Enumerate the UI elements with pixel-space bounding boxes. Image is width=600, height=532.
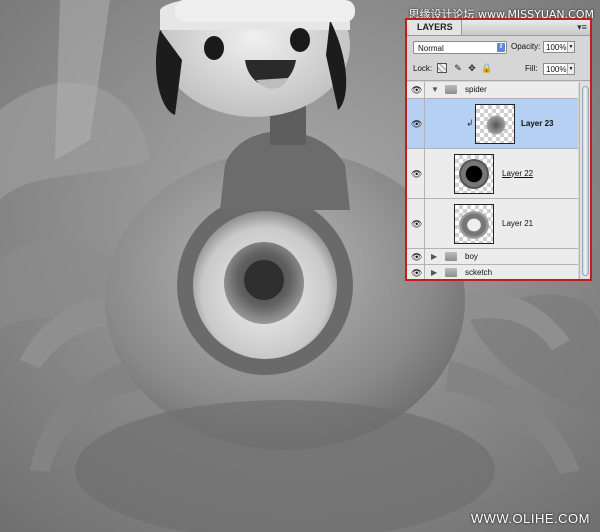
- folder-icon: [445, 85, 457, 94]
- fill-label: Fill:: [525, 64, 538, 73]
- layers-panel: LAYERS ▾≡ Normal ⇕ Opacity: 100% ▼ Lock:…: [405, 18, 592, 281]
- visibility-toggle[interactable]: 👁: [407, 265, 425, 279]
- layer-name: Layer 23: [521, 118, 554, 128]
- fill-field[interactable]: 100% ▼: [543, 63, 575, 75]
- lock-icon[interactable]: 🔒: [481, 63, 492, 73]
- folder-icon: [445, 268, 457, 277]
- lock-transparent-pixels-icon[interactable]: [437, 63, 447, 73]
- chevron-down-icon: ▼: [567, 42, 574, 52]
- thumbnail-art: [459, 159, 489, 189]
- scrollbar-thumb[interactable]: [582, 86, 589, 276]
- visibility-toggle[interactable]: 👁: [407, 149, 425, 198]
- panel-menu-icon[interactable]: ▾≡: [577, 22, 587, 32]
- visibility-toggle[interactable]: 👁: [407, 82, 425, 98]
- lock-fill-row: Lock: ✎ ✥ 🔒 Fill: 100% ▼: [411, 62, 589, 78]
- thumbnail-art: [486, 115, 506, 135]
- layer-row-layer-23[interactable]: 👁 ↲ Layer 23: [407, 99, 578, 149]
- layers-scrollbar[interactable]: [579, 82, 590, 279]
- layer-row-group-boy[interactable]: 👁 ▶ boy: [407, 249, 578, 265]
- layer-name: spider: [465, 85, 487, 94]
- eye-icon: 👁: [411, 218, 423, 229]
- brush-icon[interactable]: ✎: [453, 63, 463, 73]
- blend-mode-value: Normal: [418, 44, 444, 53]
- move-icon[interactable]: ✥: [467, 63, 477, 73]
- watermark-bottom: WWW.OLIHE.COM: [470, 511, 590, 526]
- expand-triangle-icon[interactable]: ▶: [431, 268, 437, 278]
- panel-titlebar: LAYERS ▾≡: [407, 20, 590, 36]
- eye-icon: 👁: [411, 251, 423, 262]
- layer-name: Layer 22: [502, 168, 534, 178]
- layer-thumbnail: [475, 104, 515, 144]
- layer-thumbnail: [454, 204, 494, 244]
- eye-icon: 👁: [411, 85, 423, 95]
- opacity-field[interactable]: 100% ▼: [543, 41, 575, 53]
- visibility-toggle[interactable]: 👁: [407, 199, 425, 248]
- chevron-updown-icon: ⇕: [497, 43, 505, 52]
- layers-list: 👁 ▼ spider 👁 ↲ Layer 23 👁 Layer 22 👁 Lay…: [407, 82, 578, 279]
- layer-name: boy: [465, 251, 478, 261]
- layer-row-layer-22[interactable]: 👁 Layer 22: [407, 149, 578, 199]
- layer-name: scketch: [465, 268, 493, 277]
- layer-row-group-scketch[interactable]: 👁 ▶ scketch: [407, 265, 578, 279]
- clipping-mask-icon: ↲: [466, 117, 474, 128]
- fill-value: 100%: [546, 65, 567, 74]
- opacity-value: 100%: [546, 43, 567, 52]
- panel-divider: [407, 80, 590, 81]
- layer-row-group-spider[interactable]: 👁 ▼ spider: [407, 82, 578, 99]
- layer-row-layer-21[interactable]: 👁 Layer 21: [407, 199, 578, 249]
- layer-thumbnail: [454, 154, 494, 194]
- thumbnail-art: [459, 211, 489, 239]
- opacity-label: Opacity:: [511, 42, 541, 51]
- eye-icon: 👁: [411, 268, 423, 278]
- visibility-toggle[interactable]: 👁: [407, 249, 425, 264]
- chevron-down-icon: ▼: [567, 64, 574, 74]
- blend-opacity-row: Normal ⇕ Opacity: 100% ▼: [411, 41, 589, 57]
- expand-triangle-icon[interactable]: ▼: [431, 85, 439, 95]
- eye-icon: 👁: [411, 168, 423, 179]
- layer-name: Layer 21: [502, 218, 534, 228]
- visibility-toggle[interactable]: 👁: [407, 99, 425, 148]
- tab-layers[interactable]: LAYERS: [409, 20, 462, 35]
- expand-triangle-icon[interactable]: ▶: [431, 252, 437, 262]
- blend-mode-select[interactable]: Normal ⇕: [413, 41, 507, 54]
- lock-label: Lock:: [413, 64, 433, 73]
- eye-icon: 👁: [411, 118, 423, 129]
- folder-icon: [445, 251, 457, 261]
